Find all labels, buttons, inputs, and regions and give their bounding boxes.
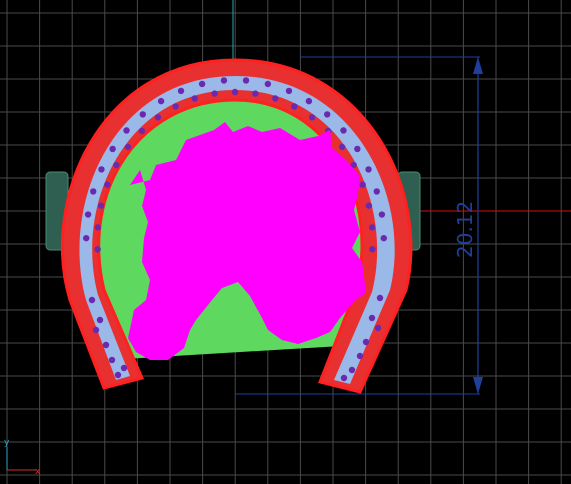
gem-dot [356, 352, 364, 360]
gem-dot [272, 95, 279, 102]
gem-dot [376, 294, 384, 302]
gem-dot [114, 371, 122, 379]
gem-dot [308, 114, 316, 121]
gem-dot [198, 80, 206, 88]
gem-dot [374, 324, 382, 332]
gem-dot [220, 77, 228, 84]
gem-dot [305, 97, 313, 105]
gem-dot [88, 296, 96, 304]
gem-dot [120, 364, 128, 372]
gem-dot [252, 90, 259, 97]
gem-dot [94, 246, 101, 253]
gem-dot [340, 374, 348, 382]
gem-dot [104, 181, 111, 188]
axis-y-label: y [4, 438, 10, 448]
gem-dot [368, 314, 376, 322]
gem-dot [138, 127, 146, 135]
gem-dot [98, 166, 105, 173]
gem-dot [380, 234, 387, 242]
gem-dot [172, 103, 179, 110]
gem-dot [324, 111, 331, 118]
gem-dot [109, 145, 116, 153]
gem-dot [373, 188, 380, 195]
gem-dot [291, 103, 298, 110]
gem-dot [92, 326, 100, 334]
gem-dot [359, 181, 366, 188]
gem-dot [102, 341, 110, 349]
gem-dot [338, 143, 346, 151]
gem-dot [124, 143, 132, 151]
gem-dot [348, 366, 356, 374]
gem-dot [340, 127, 347, 134]
gem-dot [231, 88, 239, 96]
cad-viewport[interactable]: 20.12 y x [0, 0, 571, 484]
gem-dot [264, 80, 272, 88]
gem-dot [84, 211, 92, 218]
gem-dot [354, 145, 361, 153]
gem-dot [191, 95, 198, 102]
gem-dot [362, 338, 370, 346]
gem-dot [113, 161, 120, 169]
gem-dot [368, 224, 376, 231]
gem-dot [123, 127, 130, 134]
gem-dot [285, 87, 293, 95]
gem-dot [154, 114, 162, 121]
gem-dot [369, 246, 376, 253]
gem-dot [96, 316, 104, 324]
axis-x-label: x [35, 467, 41, 477]
gem-dot [97, 202, 105, 209]
gem-dot [378, 211, 386, 218]
gem-dot [242, 77, 250, 84]
gem-dot [177, 87, 185, 95]
gem-dot [211, 90, 218, 97]
gem-dot [83, 234, 90, 242]
dimension-value: 20.12 [453, 201, 477, 258]
gem-dot [108, 356, 116, 364]
gem-dot [365, 202, 373, 209]
gem-dot [90, 188, 97, 195]
gem-dot [157, 97, 165, 105]
gem-dot [139, 111, 146, 118]
gem-dot [94, 224, 102, 231]
gem-dot [365, 166, 372, 173]
